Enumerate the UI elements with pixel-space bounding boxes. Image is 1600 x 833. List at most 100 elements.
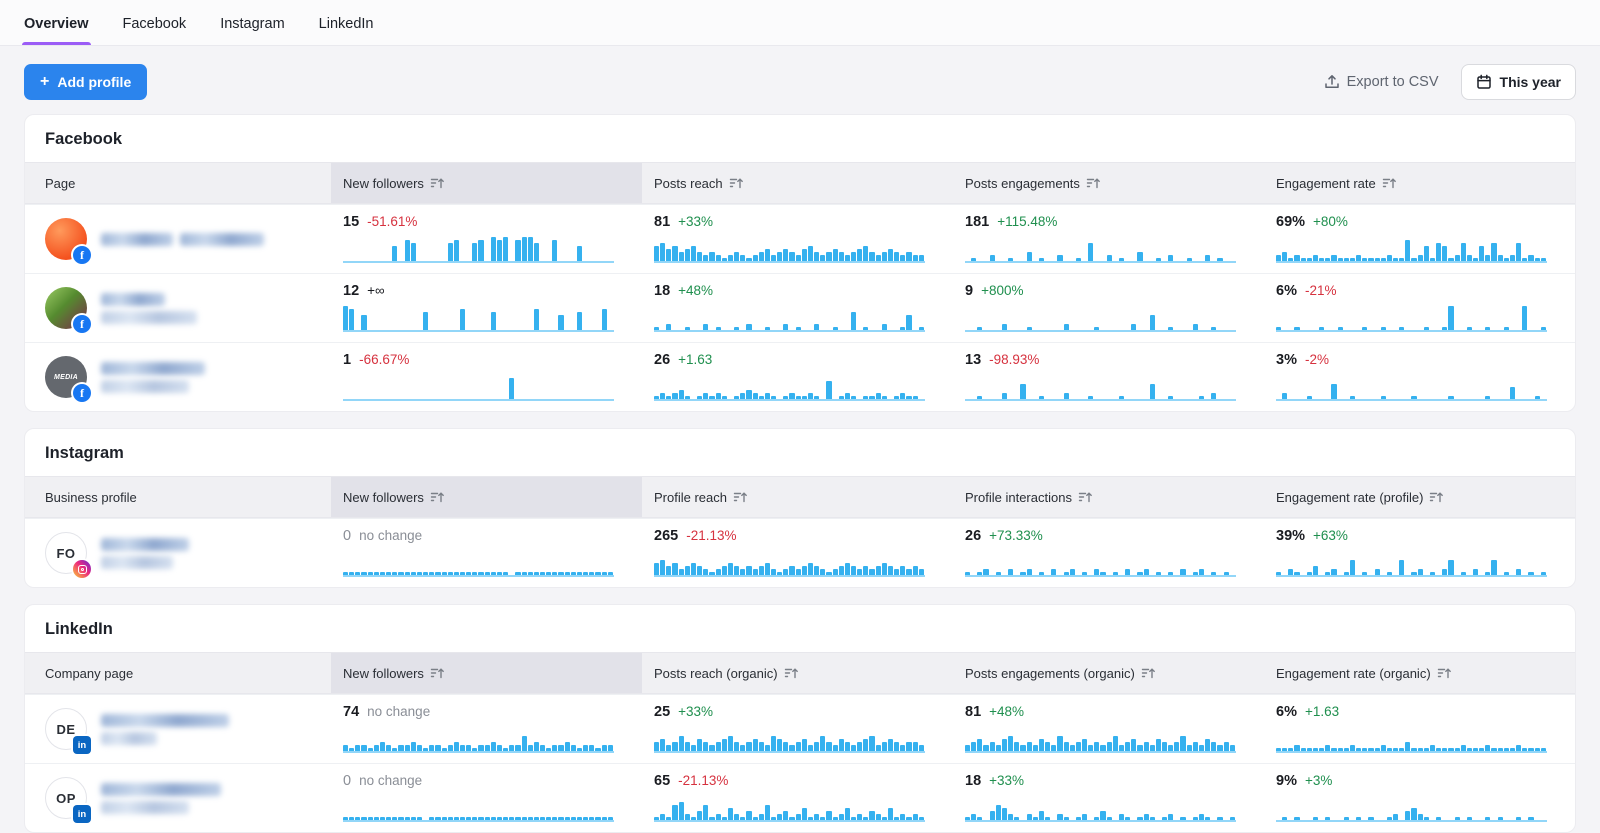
export-csv-button[interactable]: Export to CSV: [1324, 74, 1439, 90]
sort-icon[interactable]: [1429, 491, 1444, 504]
profile-cell[interactable]: FO: [25, 522, 331, 584]
metric-cell: 18+33%: [953, 764, 1264, 832]
column-header-posts-engagements-organic[interactable]: Posts engagements (organic): [953, 653, 1264, 693]
section-linkedin: LinkedInCompany pageNew followersPosts r…: [24, 604, 1576, 833]
sparkline: [1276, 304, 1547, 332]
metric-cell: 18+48%: [642, 274, 953, 342]
metric-delta: +33%: [678, 704, 713, 719]
metric-cell: 69%+80%: [1264, 205, 1575, 273]
table-row: DEin74no change25+33%81+48%6%+1.63: [25, 694, 1575, 763]
metric-cell: 12+∞: [331, 274, 642, 342]
metric-delta: +33%: [678, 214, 713, 229]
sparkline: [654, 549, 925, 577]
tab-facebook[interactable]: Facebook: [121, 4, 189, 45]
sparkline: [654, 373, 925, 401]
avatar: MEDIAf: [45, 356, 87, 398]
metric-value: 3%: [1276, 352, 1297, 368]
redacted-text-segment: [101, 380, 189, 393]
redacted-text-segment: [101, 233, 173, 246]
metric-cell: 181+115.48%: [953, 205, 1264, 273]
column-header-engagement-rate-profile[interactable]: Engagement rate (profile): [1264, 477, 1575, 517]
metric-value: 39%: [1276, 528, 1305, 544]
avatar: f: [45, 218, 87, 260]
redacted-text-segment: [101, 783, 221, 796]
column-header-profile-reach[interactable]: Profile reach: [642, 477, 953, 517]
sparkline: [1276, 549, 1547, 577]
column-header-engagement-rate-organic[interactable]: Engagement rate (organic): [1264, 653, 1575, 693]
metric-value: 26: [654, 352, 670, 368]
metric-value: 26: [965, 528, 981, 544]
metric-value: 0: [343, 773, 351, 789]
metric-cell: 6%+1.63: [1264, 695, 1575, 763]
metric-delta: +∞: [367, 283, 385, 298]
column-header-posts-reach-organic[interactable]: Posts reach (organic): [642, 653, 953, 693]
redacted-text-segment: [101, 801, 189, 814]
sparkline: [965, 725, 1236, 753]
column-header-new-followers[interactable]: New followers: [331, 163, 642, 203]
table-header-row: Business profileNew followersProfile rea…: [25, 476, 1575, 518]
section-instagram: InstagramBusiness profileNew followersPr…: [24, 428, 1576, 588]
tab-overview[interactable]: Overview: [22, 4, 91, 45]
column-header-new-followers[interactable]: New followers: [331, 477, 642, 517]
metric-cell: 3%-2%: [1264, 343, 1575, 411]
sort-icon[interactable]: [1437, 667, 1452, 680]
avatar: OPin: [45, 777, 87, 819]
sort-icon[interactable]: [430, 491, 445, 504]
metric-delta: -51.61%: [367, 214, 417, 229]
sparkline: [654, 794, 925, 822]
profile-cell[interactable]: f: [25, 208, 331, 270]
profile-cell[interactable]: MEDIAf: [25, 346, 331, 408]
sparkline: [343, 373, 614, 401]
metric-cell: 1-66.67%: [331, 343, 642, 411]
metric-cell: 15-51.61%: [331, 205, 642, 273]
sparkline: [965, 304, 1236, 332]
metric-value: 69%: [1276, 214, 1305, 230]
profile-cell[interactable]: f: [25, 277, 331, 339]
redacted-name[interactable]: [101, 233, 264, 246]
column-header-posts-engagements[interactable]: Posts engagements: [953, 163, 1264, 203]
redacted-text-segment: [180, 233, 264, 246]
sort-icon[interactable]: [430, 667, 445, 680]
metric-delta: -21.13%: [686, 528, 736, 543]
metric-delta: +800%: [981, 283, 1023, 298]
add-profile-button[interactable]: + Add profile: [24, 64, 147, 100]
tab-instagram[interactable]: Instagram: [218, 4, 286, 45]
sparkline: [1276, 373, 1547, 401]
column-header-profile-interactions[interactable]: Profile interactions: [953, 477, 1264, 517]
column-header-posts-reach[interactable]: Posts reach: [642, 163, 953, 203]
sort-icon[interactable]: [430, 177, 445, 190]
column-header-new-followers[interactable]: New followers: [331, 653, 642, 693]
metric-value: 18: [654, 283, 670, 299]
sort-icon[interactable]: [1078, 491, 1093, 504]
profile-cell[interactable]: DEin: [25, 698, 331, 760]
sparkline: [654, 725, 925, 753]
add-profile-label: Add profile: [57, 74, 131, 90]
table-header-row: Company pageNew followersPosts reach (or…: [25, 652, 1575, 694]
section-title: Instagram: [25, 429, 1575, 476]
metric-cell: 9+800%: [953, 274, 1264, 342]
redacted-name[interactable]: [101, 783, 221, 814]
redacted-name[interactable]: [101, 714, 229, 745]
sort-icon[interactable]: [1086, 177, 1101, 190]
metric-value: 65: [654, 773, 670, 789]
metric-delta: +73.33%: [989, 528, 1043, 543]
metric-cell: 265 -21.13%: [642, 519, 953, 587]
redacted-name[interactable]: [101, 362, 205, 393]
redacted-name[interactable]: [101, 293, 197, 324]
sort-icon[interactable]: [733, 491, 748, 504]
sort-icon[interactable]: [1141, 667, 1156, 680]
sort-icon[interactable]: [1382, 177, 1397, 190]
metric-value: 74: [343, 704, 359, 720]
metric-delta: +1.63: [678, 352, 712, 367]
sort-icon[interactable]: [729, 177, 744, 190]
tab-linkedin[interactable]: LinkedIn: [317, 4, 376, 45]
metric-value: 265: [654, 528, 678, 544]
profile-cell[interactable]: OPin: [25, 767, 331, 829]
sort-icon[interactable]: [784, 667, 799, 680]
facebook-badge-icon: f: [73, 384, 91, 402]
column-header-engagement-rate[interactable]: Engagement rate: [1264, 163, 1575, 203]
facebook-badge-icon: f: [73, 246, 91, 264]
this-year-button[interactable]: This year: [1461, 64, 1576, 100]
redacted-name[interactable]: [101, 538, 189, 569]
metric-value: 6%: [1276, 704, 1297, 720]
